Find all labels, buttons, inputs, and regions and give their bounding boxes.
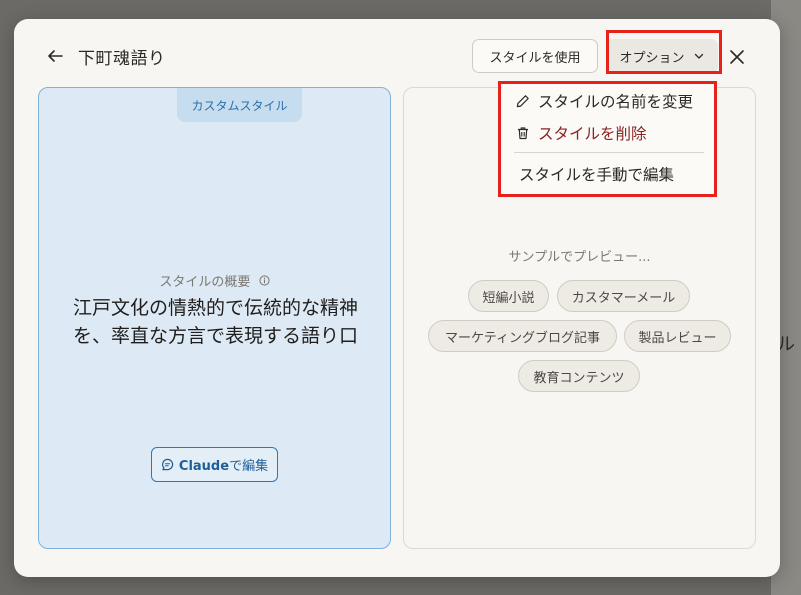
arrow-left-icon [48, 50, 63, 62]
chip-product-review[interactable]: 製品レビュー [624, 320, 731, 352]
summary-label-text: スタイルの概要 [159, 275, 251, 290]
back-button[interactable] [44, 45, 66, 67]
summary-text: 江戸文化の情熱的で伝統的な精神を、率直な方言で表現する語り口 [72, 297, 358, 347]
chip-short-story[interactable]: 短編小説 [468, 280, 549, 312]
style-summary-card: カスタムスタイル スタイルの概要 江戸文化の情熱的で伝統的な精神を、率直な方言で… [38, 87, 391, 549]
chat-bubble-icon [161, 458, 174, 471]
page-title: 下町魂語り [78, 49, 166, 69]
options-highlight-box [606, 30, 722, 74]
close-button[interactable] [726, 46, 748, 68]
preview-label: サンプルでプレビュー... [508, 250, 651, 265]
close-icon [730, 50, 744, 64]
chip-educational-content[interactable]: 教育コンテンツ [518, 360, 640, 392]
use-style-button[interactable]: スタイルを使用 [472, 39, 598, 73]
info-icon[interactable] [258, 275, 270, 290]
custom-style-badge: カスタムスタイル [177, 88, 302, 122]
menu-highlight-box [498, 81, 717, 197]
chip-marketing-blog[interactable]: マーケティングブログ記事 [428, 320, 617, 352]
style-modal: 下町魂語り スタイルを使用 オプション カスタムスタイル スタイルの概要 江戸文… [14, 19, 780, 577]
summary-label: スタイルの概要 [39, 271, 390, 290]
edit-with-claude-button[interactable]: Claudeで編集 [151, 447, 278, 482]
edit-button-rest: で編集 [229, 459, 269, 474]
edit-button-bold: Claude [178, 459, 230, 474]
chip-customer-email[interactable]: カスタマーメール [557, 280, 690, 312]
